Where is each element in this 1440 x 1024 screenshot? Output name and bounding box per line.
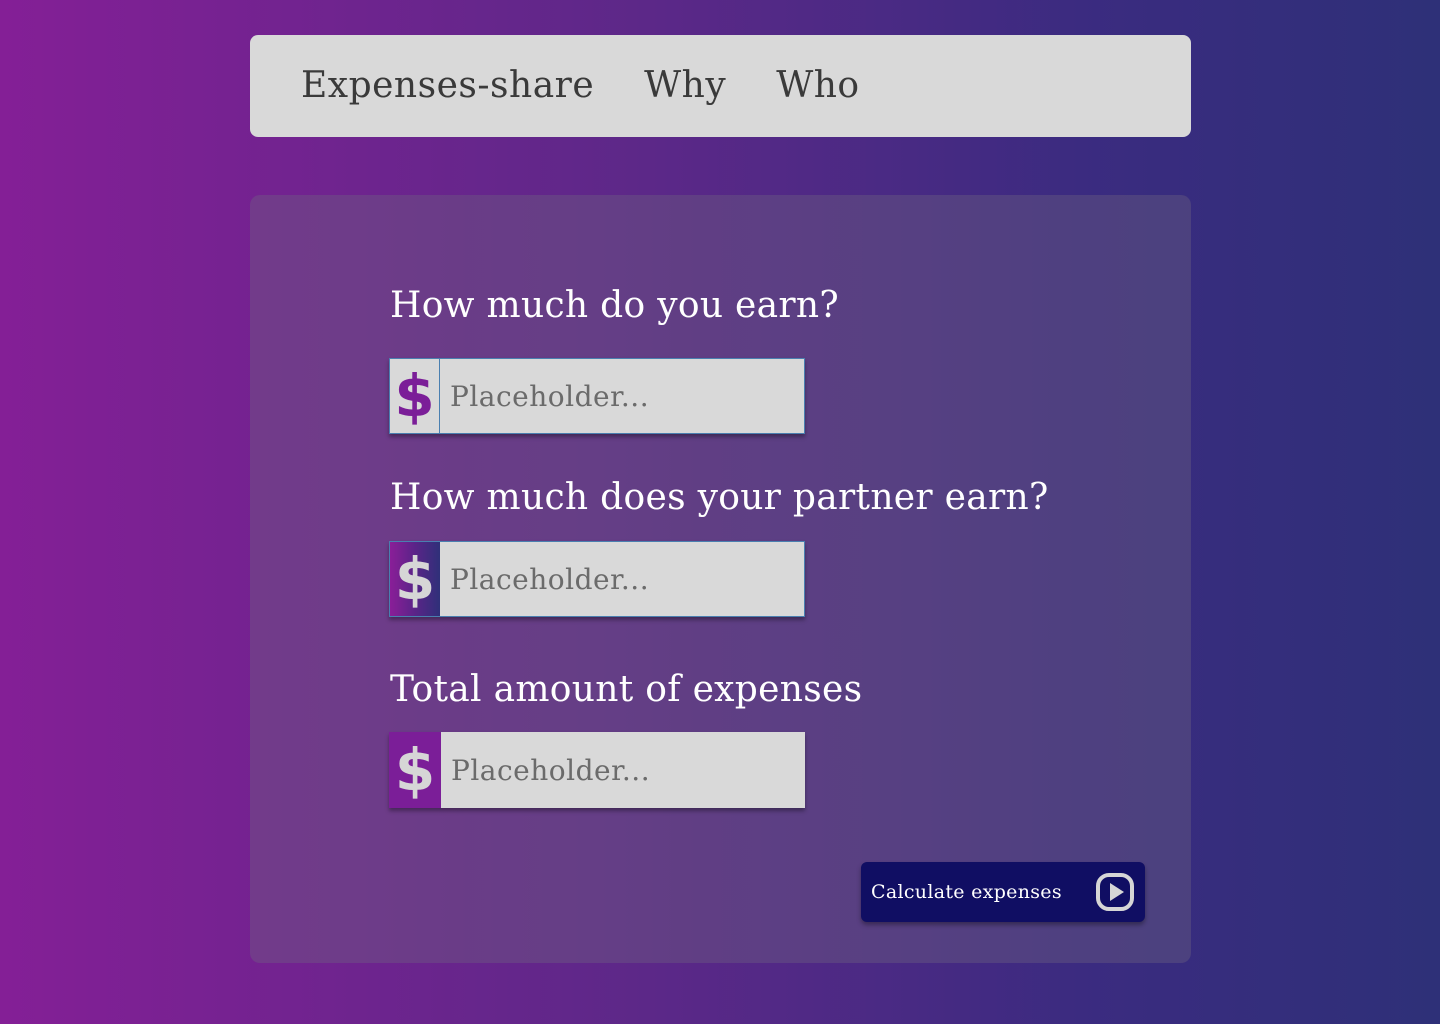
nav-link-why[interactable]: Why: [644, 68, 726, 104]
your-income-input[interactable]: [440, 359, 804, 433]
total-expenses-input-group: $: [389, 732, 805, 808]
partner-income-input[interactable]: [440, 542, 804, 616]
top-navbar: Expenses-share Why Who: [250, 35, 1191, 137]
calculate-expenses-button[interactable]: Calculate expenses: [861, 862, 1145, 922]
nav-link-expenses-share[interactable]: Expenses-share: [301, 68, 594, 104]
play-circle-icon: [1096, 873, 1134, 911]
your-income-label: How much do you earn?: [390, 285, 840, 326]
total-expenses-input[interactable]: [441, 732, 805, 808]
dollar-icon: $: [390, 359, 440, 433]
dollar-icon: $: [390, 542, 440, 616]
calculate-expenses-label: Calculate expenses: [871, 881, 1062, 903]
nav-link-who[interactable]: Who: [776, 68, 859, 104]
your-income-input-group: $: [389, 358, 805, 434]
partner-income-input-group: $: [389, 541, 805, 617]
dollar-icon: $: [389, 732, 441, 808]
partner-income-label: How much does your partner earn?: [390, 477, 1049, 518]
total-expenses-label: Total amount of expenses: [390, 669, 863, 710]
expenses-form-panel: How much do you earn? $ How much does yo…: [250, 195, 1191, 963]
